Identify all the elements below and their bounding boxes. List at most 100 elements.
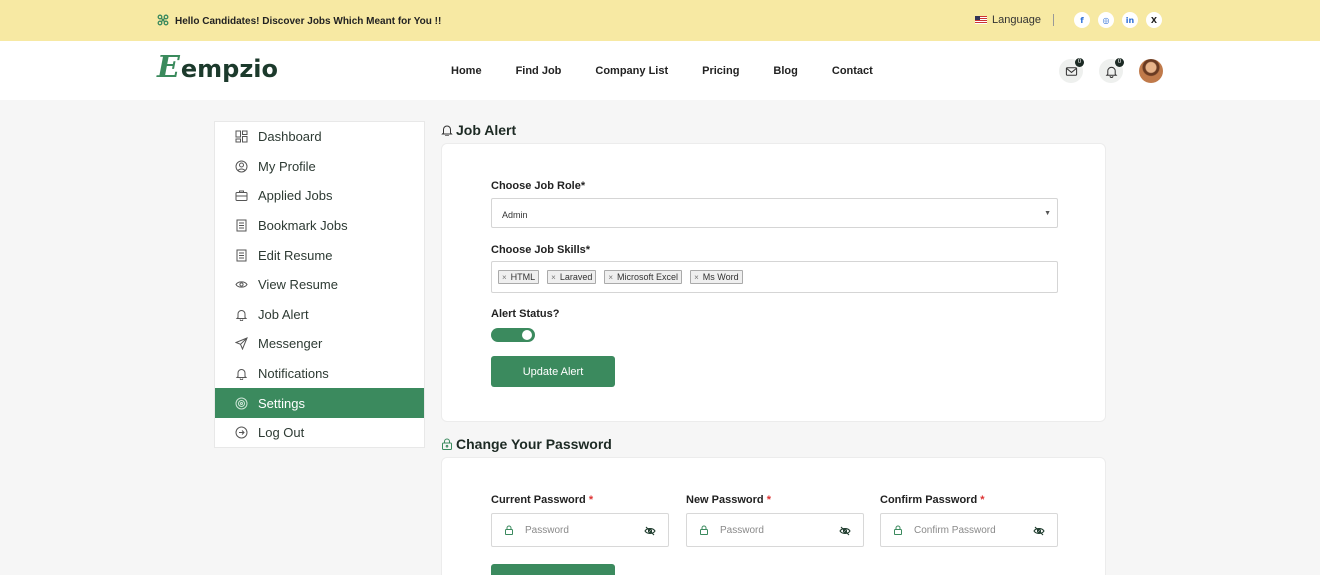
sidebar-item-label: Settings [258, 395, 305, 411]
sidebar-item-label: My Profile [258, 158, 316, 174]
nav-blog[interactable]: Blog [773, 65, 797, 77]
main-header: E empzio Home Find Job Company List Pric… [0, 41, 1320, 100]
top-announcement-bar: Hello Candidates! Discover Jobs Which Me… [0, 0, 1320, 41]
sidebar-item-log-out[interactable]: Log Out [215, 418, 424, 448]
sidebar-item-applied-jobs[interactable]: Applied Jobs [215, 181, 424, 211]
language-label: Language [992, 14, 1041, 26]
new-password-label: New Password * [686, 494, 771, 506]
update-alert-button[interactable]: Update Alert [491, 356, 615, 387]
remove-tag-icon[interactable]: × [608, 273, 613, 282]
promo-text: Hello Candidates! Discover Jobs Which Me… [175, 16, 442, 27]
nav-pricing[interactable]: Pricing [702, 65, 739, 77]
eye-slash-icon[interactable] [839, 525, 851, 540]
change-password-card: Current Password * New Password * Confir… [441, 457, 1106, 575]
skill-tag[interactable]: × Ms Word [690, 270, 743, 284]
sidebar-item-bookmark-jobs[interactable]: Bookmark Jobs [215, 211, 424, 241]
main-nav: Home Find Job Company List Pricing Blog … [451, 65, 907, 77]
new-password-field[interactable]: Password [686, 513, 864, 547]
alert-status-label: Alert Status? [491, 308, 560, 320]
promo-icon [157, 14, 169, 29]
briefcase-icon [235, 190, 248, 202]
job-role-value: Admin [502, 210, 528, 220]
confirm-password-placeholder: Confirm Password [914, 524, 996, 536]
skill-tag[interactable]: × Laraved [547, 270, 597, 284]
logout-icon [235, 426, 248, 439]
messages-button[interactable]: 0 [1059, 58, 1084, 83]
sidebar-item-label: Messenger [258, 336, 323, 352]
send-icon [235, 337, 248, 351]
skill-tag-label: Laraved [559, 272, 593, 282]
current-password-field[interactable]: Password [491, 513, 669, 547]
bell-icon [235, 369, 248, 381]
dashboard-sidebar: Dashboard My Profile Applied Jobs Bookma… [214, 121, 425, 448]
current-password-label: Current Password * [491, 494, 594, 506]
language-selector[interactable]: Language [975, 14, 1041, 26]
notifications-button[interactable]: 0 [1099, 58, 1124, 83]
nav-contact[interactable]: Contact [832, 65, 873, 77]
sidebar-item-notifications[interactable]: Notifications [215, 359, 424, 389]
skill-tag[interactable]: × Microsoft Excel [604, 270, 683, 284]
sidebar-item-dashboard[interactable]: Dashboard [215, 122, 424, 152]
skill-tag[interactable]: × HTML [498, 270, 540, 284]
remove-tag-icon[interactable]: × [502, 273, 507, 282]
sidebar-item-edit-resume[interactable]: Edit Resume [215, 240, 424, 270]
settings-icon [235, 397, 248, 410]
job-skills-input[interactable]: × HTML × Laraved × Microsoft Excel × Ms Word [491, 261, 1058, 293]
sidebar-item-label: Edit Resume [258, 247, 333, 263]
us-flag-icon [975, 16, 988, 24]
job-alert-title: Job Alert [456, 122, 517, 138]
sidebar-item-label: Dashboard [258, 129, 322, 145]
document-icon [236, 249, 247, 262]
caret-down-icon: ▼ [1044, 210, 1051, 217]
sidebar-item-view-resume[interactable]: View Resume [215, 270, 424, 300]
job-role-select[interactable]: Admin ▼ [491, 198, 1058, 228]
mail-icon [1065, 66, 1077, 76]
job-role-label: Choose Job Role* [491, 180, 586, 192]
bookmark-icon [236, 219, 247, 232]
change-password-title: Change Your Password [456, 436, 612, 452]
notif-count-badge: 0 [1115, 58, 1124, 67]
bell-icon [1105, 66, 1117, 78]
logo[interactable]: E empzio [157, 53, 278, 84]
eye-slash-icon[interactable] [1033, 525, 1045, 540]
facebook-icon[interactable]: f [1074, 12, 1090, 28]
job-skills-label: Choose Job Skills* [491, 244, 591, 256]
update-password-button[interactable] [491, 564, 615, 575]
sidebar-item-label: Bookmark Jobs [258, 218, 348, 234]
lock-icon [699, 523, 709, 538]
promo-message: Hello Candidates! Discover Jobs Which Me… [157, 14, 441, 29]
bell-icon [235, 309, 248, 321]
instagram-icon[interactable]: ◎ [1098, 12, 1114, 28]
skill-tag-label: HTML [510, 272, 536, 282]
confirm-password-label: Confirm Password * [880, 494, 985, 506]
sidebar-item-label: Notifications [258, 366, 329, 382]
divider [1053, 14, 1054, 26]
remove-tag-icon[interactable]: × [694, 273, 699, 282]
mail-count-badge: 0 [1075, 58, 1084, 67]
remove-tag-icon[interactable]: × [551, 273, 556, 282]
confirm-password-field[interactable]: Confirm Password [880, 513, 1058, 547]
alert-status-toggle[interactable] [491, 328, 535, 342]
eye-slash-icon[interactable] [644, 525, 656, 540]
dashboard-icon [235, 130, 248, 143]
logo-letter: E [157, 50, 180, 85]
sidebar-item-messenger[interactable]: Messenger [215, 329, 424, 359]
job-alert-card: Choose Job Role* Admin ▼ Choose Job Skil… [441, 143, 1106, 422]
linkedin-icon[interactable]: in [1122, 12, 1138, 28]
sidebar-item-job-alert[interactable]: Job Alert [215, 300, 424, 330]
profile-icon [235, 160, 248, 173]
user-avatar[interactable] [1139, 59, 1163, 83]
lock-icon [893, 523, 903, 538]
new-password-placeholder: Password [720, 524, 764, 536]
sidebar-item-label: Job Alert [258, 306, 309, 322]
change-password-heading: Change Your Password [441, 436, 612, 452]
nav-company-list[interactable]: Company List [595, 65, 668, 77]
nav-home[interactable]: Home [451, 65, 482, 77]
sidebar-item-label: View Resume [258, 277, 338, 293]
sidebar-item-settings[interactable]: Settings [215, 388, 424, 418]
sidebar-item-my-profile[interactable]: My Profile [215, 152, 424, 182]
nav-find-job[interactable]: Find Job [516, 65, 562, 77]
sidebar-item-label: Log Out [258, 425, 305, 441]
x-twitter-icon[interactable]: X [1146, 12, 1162, 28]
logo-text: empzio [180, 55, 279, 83]
